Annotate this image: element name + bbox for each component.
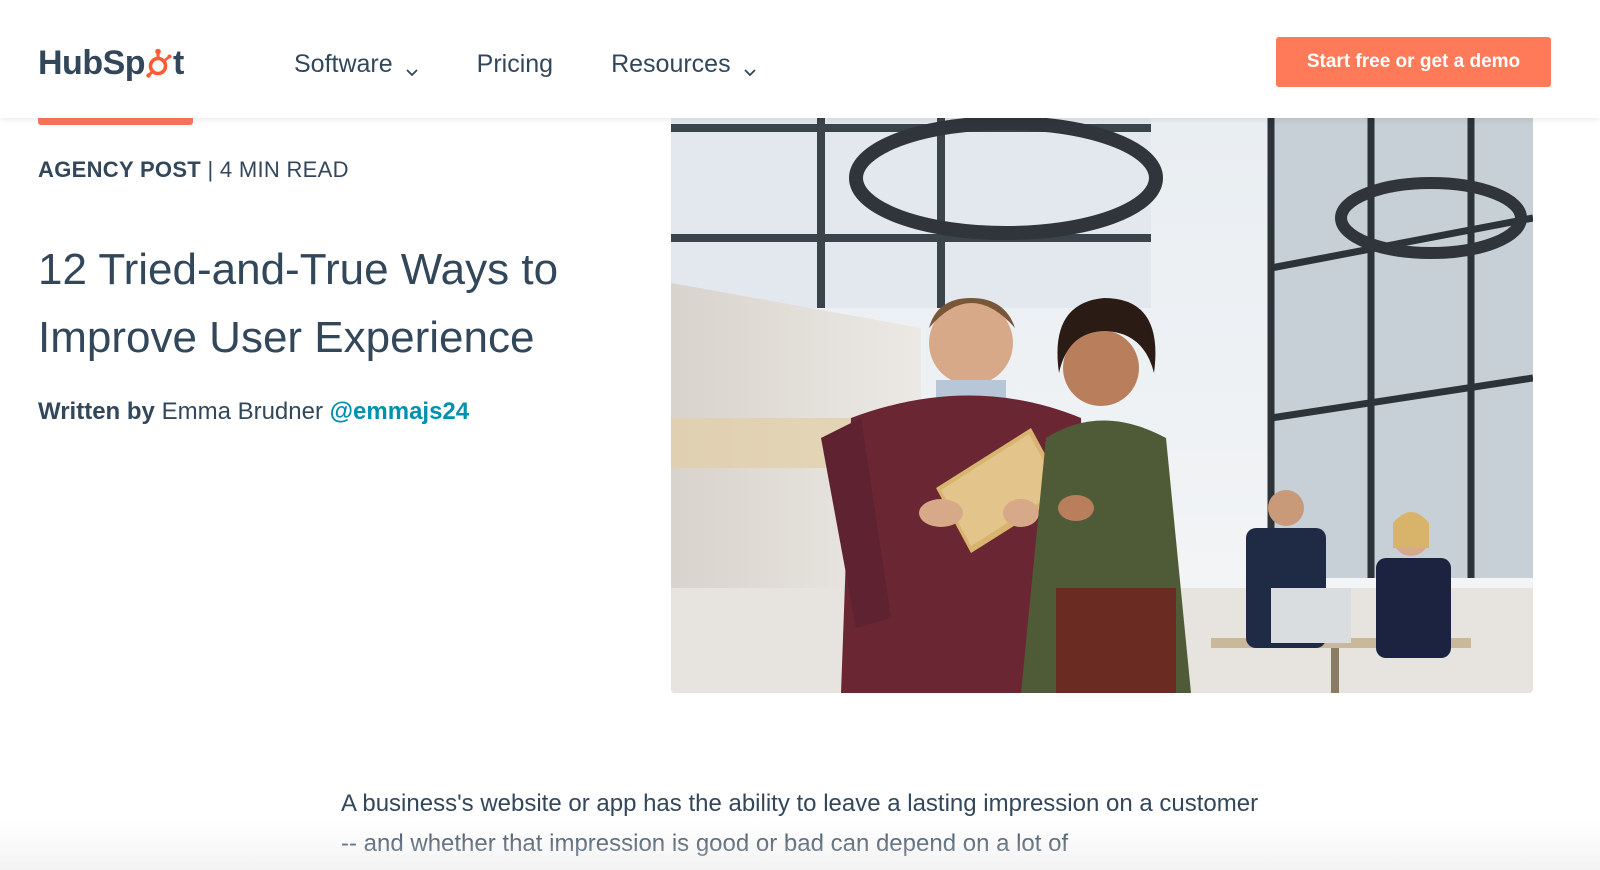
chevron-down-icon [743, 57, 757, 77]
article-category[interactable]: AGENCY POST [38, 157, 201, 182]
hubspot-logo[interactable]: HubSp t [38, 40, 184, 86]
article-meta: AGENCY POST | 4 MIN READ [38, 157, 349, 183]
hero-image [671, 118, 1533, 693]
nav-pricing[interactable]: Pricing [477, 44, 553, 84]
nav-resources-label: Resources [611, 49, 731, 78]
start-free-demo-button[interactable]: Start free or get a demo [1276, 37, 1551, 87]
article-intro: A business's website or app has the abil… [341, 790, 1259, 857]
author-handle-link[interactable]: @emmajs24 [330, 398, 470, 425]
site-header: HubSp t Software Pricing Resources Start… [0, 0, 1600, 118]
meta-separator: | [207, 157, 214, 182]
chevron-down-icon [405, 57, 419, 77]
main-nav: Software Pricing Resources [294, 44, 815, 84]
logo-text-left: HubSp [38, 43, 146, 82]
nav-pricing-label: Pricing [476, 49, 554, 78]
nav-software[interactable]: Software [294, 44, 419, 84]
nav-software-label: Software [294, 49, 393, 78]
article-title: 12 Tried-and-True Ways to Improve User E… [38, 245, 559, 362]
author-name[interactable]: Emma Brudner [162, 398, 323, 425]
accent-bar [38, 118, 193, 125]
logo-text-right: t [173, 43, 184, 82]
read-time: 4 MIN READ [219, 157, 349, 182]
sprocket-icon [146, 48, 172, 78]
byline: Written by Emma Brudner @emmajs24 [38, 398, 469, 426]
nav-resources[interactable]: Resources [611, 44, 757, 84]
byline-label: Written by [38, 398, 155, 425]
